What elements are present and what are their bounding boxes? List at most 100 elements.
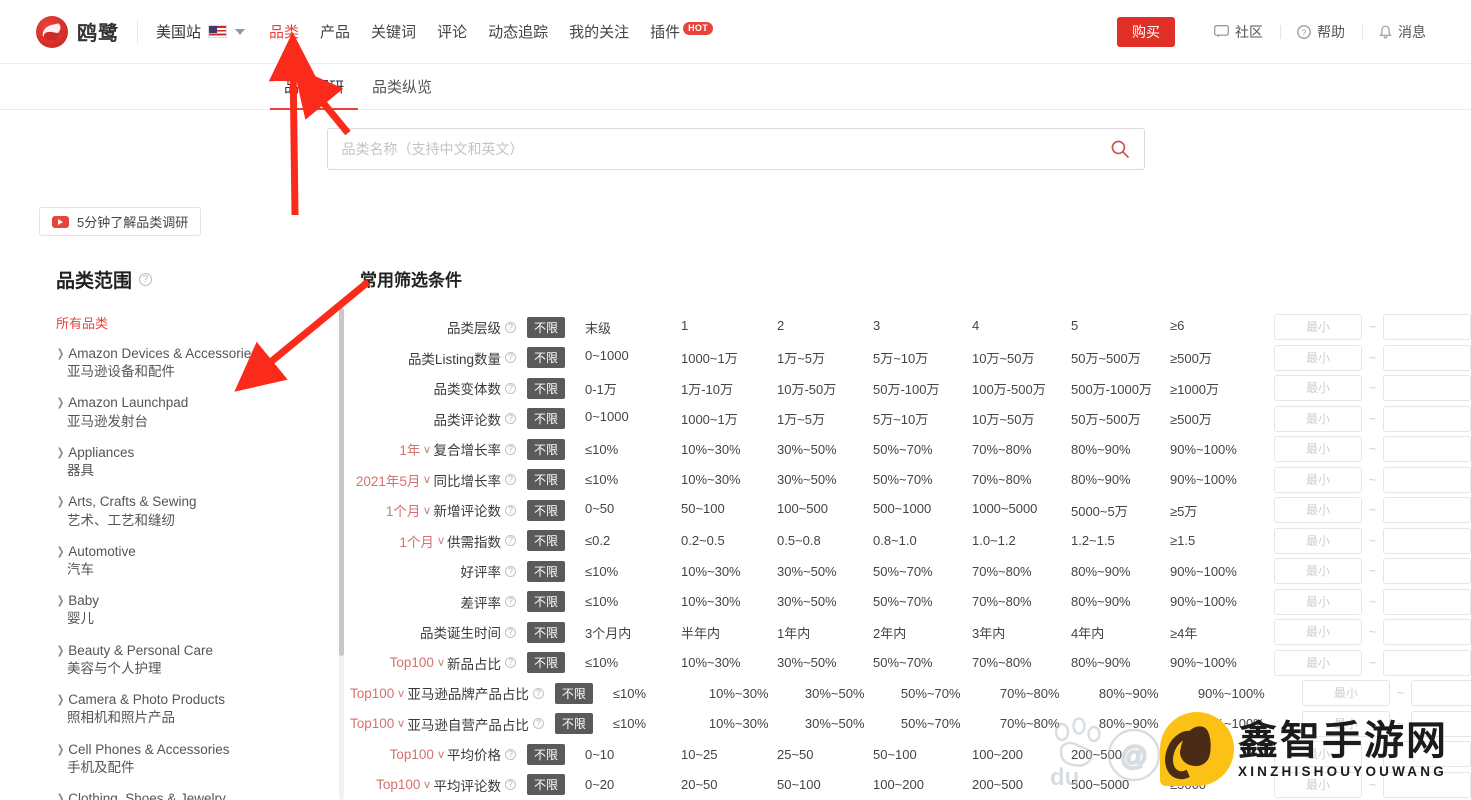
list-item[interactable]: ❯ Amazon Launchpad 亚马逊发射台 [56,394,350,430]
filter-min-input[interactable] [1273,558,1362,585]
filter-option[interactable]: 100~200 [972,747,1071,762]
question-circle-icon[interactable]: ? [504,657,516,669]
filter-option[interactable]: 10%~30% [709,686,805,701]
filter-option[interactable]: 80%~90% [1099,686,1198,701]
filter-option[interactable]: 50万-100万 [873,379,972,398]
filter-option[interactable]: 3个月内 [585,623,681,642]
filter-option[interactable]: 0.5~0.8 [777,533,873,548]
filter-max-input[interactable] [1383,619,1471,646]
list-item[interactable]: ❯ Automotive 汽车 [56,543,350,579]
filter-option[interactable]: 80%~90% [1099,716,1198,731]
filter-option[interactable]: 70%~80% [1000,686,1099,701]
filter-option[interactable]: 50%~70% [873,655,972,670]
filter-option[interactable]: 1.0~1.2 [972,533,1071,548]
filter-option[interactable]: 500~5000 [1071,777,1170,792]
filter-option[interactable]: 80%~90% [1071,564,1170,579]
tab-pinlei-zonglan[interactable]: 品类纵览 [358,76,446,109]
filter-option[interactable]: 1万-10万 [681,379,777,398]
filter-option[interactable]: 1万~5万 [777,409,873,428]
question-circle-icon[interactable]: ? [504,626,516,638]
filter-max-input[interactable] [1383,466,1471,493]
filter-max-input[interactable] [1383,344,1471,371]
filter-option[interactable]: 10万~50万 [972,409,1071,428]
filter-option[interactable]: 500万-1000万 [1071,379,1170,398]
question-circle-icon[interactable]: ? [504,443,516,455]
question-circle-icon[interactable]: ? [504,382,516,394]
filter-period-dropdown[interactable]: Top100 ∨ [350,686,407,701]
filter-option[interactable]: 50万~500万 [1071,348,1170,367]
question-circle-icon[interactable]: ? [532,718,544,730]
chevron-right-icon[interactable]: ❯ [57,592,64,610]
filter-option[interactable]: 2年内 [873,623,972,642]
filter-option[interactable]: 0~10 [585,747,681,762]
filter-option[interactable]: 1000~5000 [972,501,1071,520]
filter-option[interactable]: 30%~50% [777,594,873,609]
filter-option[interactable]: 70%~80% [1000,716,1099,731]
filter-option[interactable]: 50~100 [681,501,777,520]
filter-option[interactable]: 0~1000 [585,409,681,428]
search-input[interactable] [341,141,1110,157]
filter-option[interactable]: 30%~50% [777,442,873,457]
filter-option[interactable]: 500~1000 [873,501,972,520]
site-selector[interactable]: 美国站 [156,21,246,42]
filter-option[interactable]: ≥5000 [1170,777,1266,792]
filter-unlimited-badge[interactable]: 不限 [526,408,565,430]
filter-unlimited-badge[interactable]: 不限 [526,347,565,369]
filter-option[interactable]: 1万~5万 [777,348,873,367]
filter-option[interactable]: ≥4年 [1170,623,1266,642]
filter-option[interactable]: 90%~100% [1198,686,1294,701]
filter-min-input[interactable] [1273,497,1362,524]
filter-option[interactable]: ≤10% [613,716,709,731]
buy-button[interactable]: 购买 [1117,16,1175,47]
filter-max-input[interactable] [1383,497,1471,524]
filter-option[interactable]: 1000~1万 [681,348,777,367]
filter-option[interactable]: ≥1000万 [1170,379,1266,398]
sidebar-item-all-categories[interactable]: 所有品类 [56,313,350,332]
filter-option[interactable]: 20~50 [681,777,777,792]
filter-min-input[interactable] [1273,588,1362,615]
filter-option[interactable]: ≤10% [585,594,681,609]
filter-option[interactable]: 100~500 [777,501,873,520]
filter-option[interactable]: 10%~30% [681,472,777,487]
filter-period-dropdown[interactable]: 1年 ∨ [399,439,433,459]
filter-min-input[interactable] [1273,649,1362,676]
filter-unlimited-badge[interactable]: 不限 [526,377,565,399]
filter-option[interactable]: 10%~30% [681,594,777,609]
filter-option[interactable]: 70%~80% [972,594,1071,609]
brand-logo[interactable]: 鸥鹭 [36,15,119,48]
filter-option[interactable]: 90%~100% [1170,564,1266,579]
filter-period-dropdown[interactable]: Top100 ∨ [376,777,433,792]
filter-unlimited-badge[interactable]: 不限 [526,652,565,674]
filter-option[interactable]: 1000~1万 [681,409,777,428]
list-item[interactable]: ❯ Amazon Devices & Accessories 亚马逊设备和配件 [56,345,350,381]
filter-option[interactable]: 10%~30% [681,442,777,457]
filter-option[interactable]: 0-1万 [585,379,681,398]
filter-option[interactable]: ≥500万 [1170,348,1266,367]
filter-max-input[interactable] [1383,649,1471,676]
filter-option[interactable]: 5万~10万 [873,409,972,428]
filter-max-input[interactable] [1383,436,1471,463]
question-circle-icon[interactable]: ? [504,413,516,425]
question-circle-icon[interactable]: ? [504,779,516,791]
filter-unlimited-badge[interactable]: 不限 [554,713,593,735]
filter-option[interactable]: 70%~80% [972,442,1071,457]
list-item[interactable]: ❯ Arts, Crafts & Sewing 艺术、工艺和缝纫 [56,493,350,529]
tab-pinlei-diaoyan[interactable]: 品类调研 [270,76,359,110]
filter-option[interactable]: ≥5万 [1170,501,1266,520]
messages-link[interactable]: 消息 [1362,22,1443,42]
list-item[interactable]: ❯ Beauty & Personal Care 美容与个人护理 [56,642,350,678]
filter-period-dropdown[interactable]: Top100 ∨ [350,716,407,731]
filter-period-dropdown[interactable]: Top100 ∨ [390,655,447,670]
filter-min-input[interactable] [1273,375,1362,402]
filter-option[interactable]: ≥500万 [1170,409,1266,428]
filter-option[interactable]: 10%~30% [709,716,805,731]
filter-min-input[interactable] [1273,436,1362,463]
filter-max-input[interactable] [1383,588,1471,615]
question-circle-icon[interactable]: ? [504,565,516,577]
filter-period-dropdown[interactable]: 1个月 ∨ [386,500,434,520]
filter-option[interactable]: 0~50 [585,501,681,520]
filter-option[interactable]: 10万~50万 [972,348,1071,367]
filter-option[interactable]: 50~100 [873,747,972,762]
nav-item-dongtaizhuizong[interactable]: 动态追踪 [486,17,550,46]
filter-period-dropdown[interactable]: Top100 ∨ [390,747,447,762]
